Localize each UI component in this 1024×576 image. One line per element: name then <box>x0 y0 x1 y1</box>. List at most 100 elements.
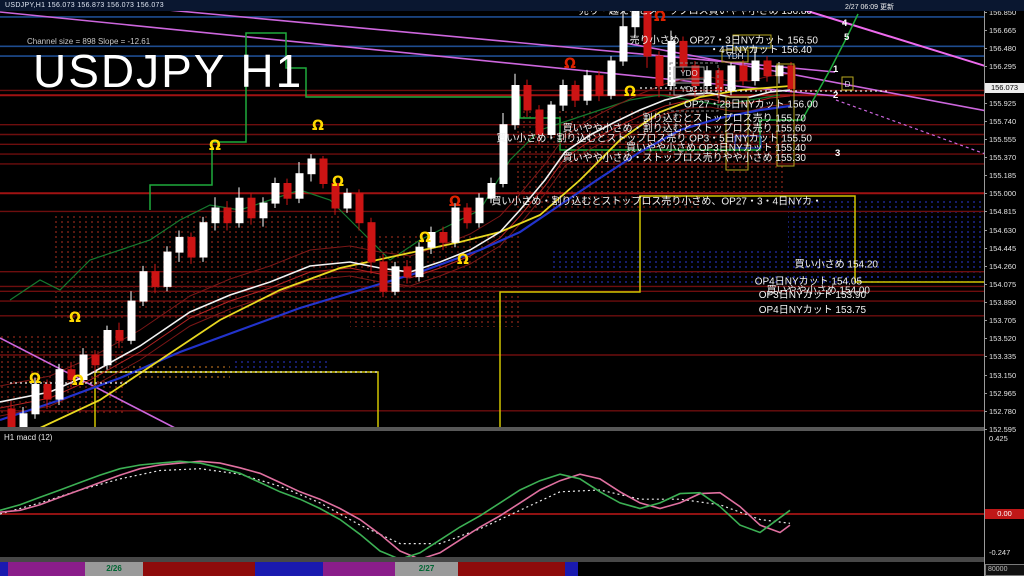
macd-line-pink <box>0 461 790 557</box>
candle-body <box>476 198 483 223</box>
candle-body <box>368 223 375 262</box>
price-axis-label: 155.925 <box>989 99 1016 108</box>
price-axis-label: 155.000 <box>989 189 1016 198</box>
channel-number-label: 5 <box>844 32 850 43</box>
session-strip: 2/26 2/27 <box>0 562 1024 576</box>
candle-body <box>404 267 411 277</box>
candle-body <box>608 61 615 95</box>
macd-current-tag: 0.00 <box>985 509 1024 519</box>
trade-annotation: OP3日NYカット 153.90 <box>759 289 867 301</box>
candle-body <box>620 27 627 61</box>
candle-body <box>200 223 207 257</box>
axis-tick <box>984 248 987 249</box>
macd-axis-bottom: -0.247 <box>989 548 1010 557</box>
current-price-tag: 156.073 <box>985 83 1024 93</box>
trade-annotation: 買いやや小さめ・ストップロス売りやや小さめ 155.30 <box>563 151 807 164</box>
chart-window: USDJPY,H1 156.073 156.873 156.073 156.07… <box>0 0 1024 576</box>
price-axis-label: 154.260 <box>989 262 1016 271</box>
candle-body <box>140 272 147 301</box>
price-axis-label: 154.815 <box>989 207 1016 216</box>
price-axis-label: 156.295 <box>989 62 1016 71</box>
session-segment: 2/27 <box>395 562 458 576</box>
candle-body <box>224 208 231 223</box>
price-axis-label: 154.445 <box>989 244 1016 253</box>
axis-tick <box>984 30 987 31</box>
candle-body <box>656 56 663 85</box>
axis-tick <box>984 302 987 303</box>
candle-body <box>188 237 195 257</box>
axis-tick <box>984 393 987 394</box>
session-segment <box>143 562 255 576</box>
yellow-channel-left <box>95 372 378 428</box>
axis-tick <box>984 48 987 49</box>
omega-signal-red: Ω <box>654 9 666 25</box>
price-axis-label: 155.740 <box>989 117 1016 126</box>
price-axis-label: 155.185 <box>989 171 1016 180</box>
candle-body <box>512 86 519 125</box>
candle-body <box>764 61 771 76</box>
trade-annotation: 買い小さめ 154.20 <box>795 259 879 271</box>
axis-tick <box>984 175 987 176</box>
axis-tick <box>984 338 987 339</box>
candle-body <box>320 159 327 184</box>
price-axis-label: 153.150 <box>989 371 1016 380</box>
price-axis-label: 154.630 <box>989 226 1016 235</box>
omega-signal-yellow: Ω <box>457 252 469 268</box>
session-date-label: 2/26 <box>85 564 143 573</box>
candle-body <box>32 384 39 413</box>
price-axis-label: 156.480 <box>989 44 1016 53</box>
omega-signal-yellow: Ω <box>72 373 84 389</box>
omega-signal-yellow: Ω <box>419 230 431 246</box>
axis-tick <box>984 193 987 194</box>
session-segment <box>578 562 1024 576</box>
price-axis-label: 154.075 <box>989 280 1016 289</box>
axis-tick <box>984 157 987 158</box>
omega-signal-red: Ω <box>449 194 461 210</box>
candle-body <box>92 355 99 365</box>
channel-number-label: 3 <box>835 148 840 159</box>
price-axis-label: 152.595 <box>989 425 1016 434</box>
omega-signal-yellow: Ω <box>312 118 324 134</box>
candle-body <box>44 384 51 399</box>
candle-body <box>380 262 387 291</box>
candle-body <box>344 193 351 208</box>
axis-tick <box>984 429 987 430</box>
candle-body <box>464 208 471 223</box>
candle-body <box>152 272 159 287</box>
candle-body <box>440 233 447 243</box>
candle-body <box>56 370 63 399</box>
level-label-text: D <box>845 80 851 89</box>
level-label-text: YDO <box>680 69 697 78</box>
macd-signal-dotted <box>0 469 790 544</box>
candle-body <box>212 208 219 223</box>
candle-body <box>536 110 543 135</box>
candle-body <box>584 76 591 101</box>
price-axis[interactable]: 156.850156.665156.480156.295156.110155.9… <box>984 0 1024 576</box>
price-axis-label: 152.965 <box>989 389 1016 398</box>
trade-annotation: 買い小さめ・割り込むとストップロス売り小さめ、OP27・3・4日NYカ・ <box>491 194 822 207</box>
session-segment <box>565 562 578 576</box>
candle-body <box>128 301 135 340</box>
macd-indicator-pane[interactable] <box>0 431 984 557</box>
omega-signal-red: Ω <box>564 56 576 72</box>
session-segment <box>458 562 565 576</box>
axis-tick <box>984 230 987 231</box>
candle-body <box>104 331 111 365</box>
candle-body <box>572 86 579 101</box>
axis-tick <box>984 121 987 122</box>
session-date-label: 2/27 <box>395 564 458 573</box>
symbol-watermark: USDJPY H1 <box>33 44 303 98</box>
candle-body <box>704 71 711 86</box>
price-axis-label: 153.890 <box>989 298 1016 307</box>
omega-signal-yellow: Ω <box>209 138 221 154</box>
pane-divider[interactable] <box>0 427 1024 431</box>
candle-body <box>728 66 735 91</box>
trade-annotation: OP27・28日NYカット 156.00 <box>684 98 818 110</box>
price-axis-label: 155.370 <box>989 153 1016 162</box>
candle-body <box>392 267 399 292</box>
candle-body <box>296 174 303 199</box>
axis-tick <box>984 411 987 412</box>
last-update-timestamp: 2/27 06:09 更新 <box>845 2 894 12</box>
session-segment <box>255 562 323 576</box>
axis-tick <box>984 320 987 321</box>
